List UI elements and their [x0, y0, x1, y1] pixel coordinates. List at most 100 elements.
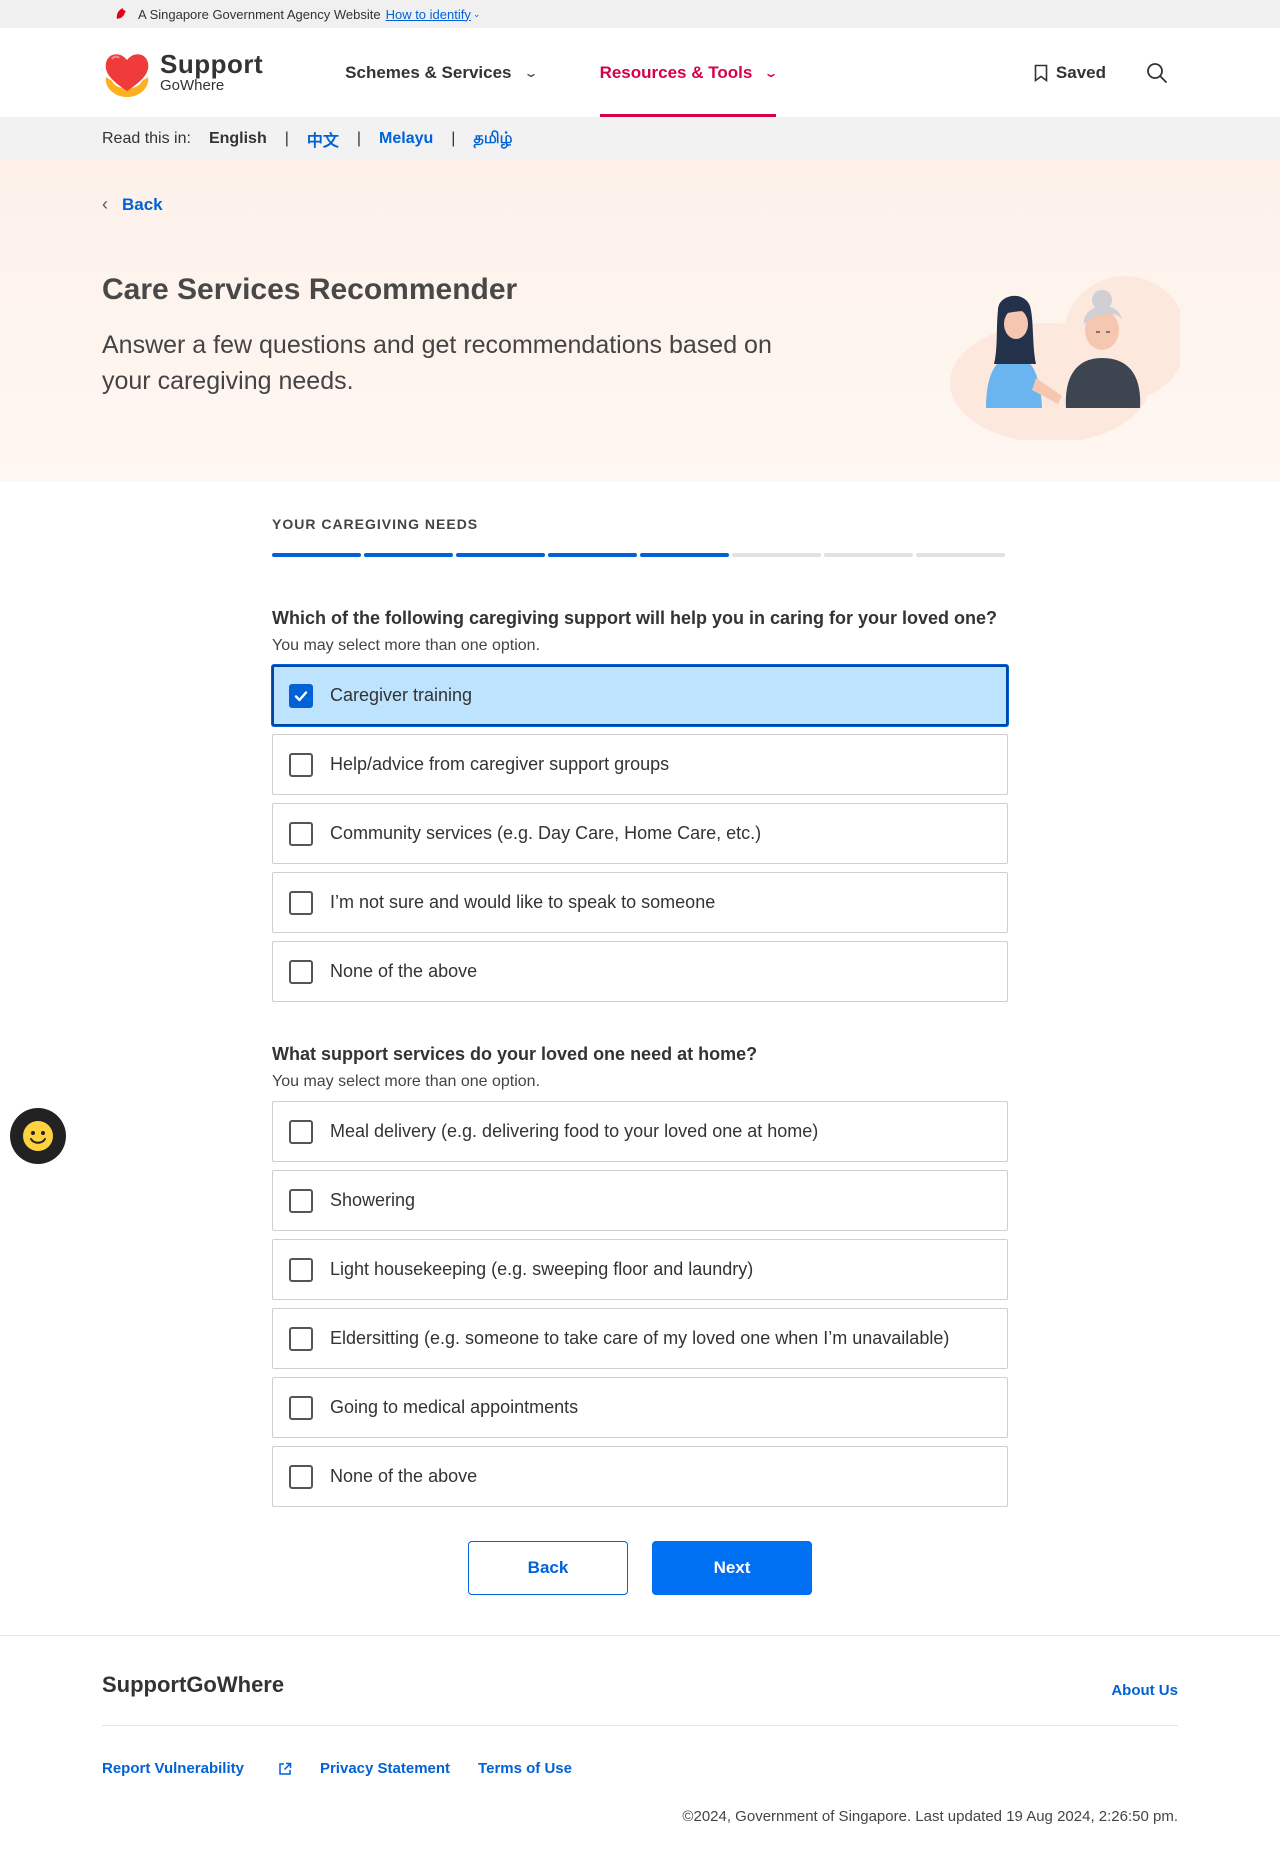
- checkbox[interactable]: [289, 1395, 313, 1420]
- bookmark-icon: [1034, 64, 1048, 82]
- site-header: Support GoWhere Schemes & Services ⌄ Res…: [0, 28, 1280, 117]
- checkbox-option[interactable]: Eldersitting (e.g. someone to take care …: [272, 1308, 1008, 1369]
- checkbox[interactable]: [289, 1464, 313, 1489]
- heart-hands-logo-icon: [105, 53, 149, 97]
- language-prefix: Read this in:: [102, 129, 191, 147]
- recommender-form: YOUR CAREGIVING NEEDS Which of the follo…: [272, 482, 1008, 1595]
- checkbox-option[interactable]: None of the above: [272, 941, 1008, 1002]
- checkbox-option[interactable]: None of the above: [272, 1446, 1008, 1507]
- lang-tamil[interactable]: தமிழ்: [473, 129, 512, 149]
- progress-step-pending: [824, 553, 913, 557]
- option-label: Help/advice from caregiver support group…: [330, 754, 670, 774]
- lang-malay[interactable]: Melayu: [379, 130, 433, 148]
- site-logo[interactable]: Support GoWhere: [102, 47, 263, 99]
- copyright-text: ©2024, Government of Singapore. Last upd…: [682, 1808, 1178, 1825]
- back-button[interactable]: Back: [468, 1541, 628, 1595]
- progress-step-pending: [916, 553, 1005, 557]
- external-link-icon: [279, 1762, 292, 1775]
- language-bar: Read this in: English | 中文 | Melayu | தம…: [0, 117, 1280, 160]
- hero-banner: ‹ Back Care Services Recommender Answer …: [0, 160, 1280, 482]
- option-label: None of the above: [330, 961, 478, 981]
- chevron-left-icon: ‹: [102, 194, 108, 214]
- section-title: YOUR CAREGIVING NEEDS: [272, 516, 479, 532]
- chevron-down-icon: ⌄: [522, 65, 539, 80]
- checkbox-option[interactable]: Going to medical appointments: [272, 1377, 1008, 1438]
- chevron-down-icon[interactable]: ⌄: [473, 9, 481, 20]
- option-label: Eldersitting (e.g. someone to take care …: [330, 1328, 950, 1348]
- lang-separator: |: [451, 129, 456, 147]
- about-us-link[interactable]: About Us: [1111, 1682, 1178, 1699]
- progress-step-completed: [640, 553, 729, 557]
- checkbox[interactable]: [289, 683, 313, 708]
- masthead-text: A Singapore Government Agency Website: [138, 6, 381, 22]
- terms-of-use-link[interactable]: Terms of Use: [478, 1760, 572, 1777]
- progress-step-completed: [456, 553, 545, 557]
- checkbox[interactable]: [289, 1188, 313, 1213]
- checkbox[interactable]: [289, 821, 313, 846]
- lang-chinese[interactable]: 中文: [307, 127, 339, 151]
- checkbox-option[interactable]: Help/advice from caregiver support group…: [272, 734, 1008, 795]
- lion-head-icon: [116, 8, 126, 19]
- option-label: I’m not sure and would like to speak to …: [330, 892, 716, 912]
- checkbox-option[interactable]: Community services (e.g. Day Care, Home …: [272, 803, 1008, 864]
- chevron-down-icon: ⌄: [763, 65, 779, 80]
- checkbox[interactable]: [289, 1119, 313, 1144]
- page-title: Care Services Recommender: [102, 273, 518, 306]
- report-vulnerability-link[interactable]: Report Vulnerability: [102, 1760, 292, 1777]
- site-footer: SupportGoWhere About Us Report Vulnerabi…: [0, 1635, 1280, 1851]
- progress-step-completed: [272, 553, 361, 557]
- question-label: Which of the following caregiving suppor…: [272, 608, 998, 628]
- nav-label: Resources & Tools: [599, 62, 753, 82]
- back-link-label: Back: [122, 194, 163, 214]
- privacy-statement-link[interactable]: Privacy Statement: [320, 1760, 450, 1777]
- search-icon[interactable]: [1146, 62, 1168, 84]
- how-to-identify-link[interactable]: How to identify: [386, 7, 471, 22]
- next-button[interactable]: Next: [652, 1541, 812, 1595]
- option-label: Showering: [330, 1190, 416, 1210]
- question-hint: You may select more than one option.: [272, 1073, 541, 1090]
- page-subtitle: Answer a few questions and get recommend…: [102, 331, 772, 395]
- option-label: None of the above: [330, 1466, 478, 1486]
- footer-divider: [102, 1725, 1178, 1726]
- footer-brand: SupportGoWhere: [102, 1672, 285, 1697]
- checkmark-icon: [294, 690, 308, 701]
- lang-separator: |: [356, 129, 362, 147]
- checkbox-option[interactable]: Caregiver training: [272, 665, 1008, 726]
- checkbox[interactable]: [289, 1326, 313, 1351]
- feedback-button[interactable]: [10, 1108, 66, 1164]
- question-group: Which of the following caregiving suppor…: [272, 608, 1008, 1002]
- logo-subtitle: GoWhere: [160, 77, 225, 94]
- checkbox-option[interactable]: Showering: [272, 1170, 1008, 1231]
- saved-button[interactable]: Saved: [1034, 63, 1106, 83]
- progress-step-completed: [364, 553, 453, 557]
- caregiver-illustration: [950, 276, 1180, 440]
- option-label: Community services (e.g. Day Care, Home …: [330, 823, 762, 843]
- checkbox-option[interactable]: Meal delivery (e.g. delivering food to y…: [272, 1101, 1008, 1162]
- smiley-face-icon: [23, 1121, 53, 1151]
- checkbox-option[interactable]: Light housekeeping (e.g. sweeping floor …: [272, 1239, 1008, 1300]
- nav-schemes-services[interactable]: Schemes & Services ⌄: [345, 28, 539, 117]
- back-link[interactable]: ‹ Back: [102, 194, 163, 215]
- lang-separator: |: [284, 129, 289, 147]
- option-label: Meal delivery (e.g. delivering food to y…: [330, 1121, 819, 1141]
- checkbox[interactable]: [289, 890, 313, 915]
- checkbox-option[interactable]: I’m not sure and would like to speak to …: [272, 872, 1008, 933]
- footer-links: Report Vulnerability Privacy Statement T…: [102, 1760, 600, 1777]
- nav-label: Schemes & Services: [345, 62, 512, 82]
- nav-resources-tools[interactable]: Resources & Tools ⌄: [599, 28, 779, 117]
- checkbox[interactable]: [289, 752, 313, 777]
- option-label: Caregiver training: [330, 685, 473, 705]
- question-group: What support services do your loved one …: [272, 1044, 1008, 1507]
- question-hint: You may select more than one option.: [272, 637, 541, 654]
- checkbox[interactable]: [289, 1257, 313, 1282]
- logo-title: Support: [160, 49, 264, 79]
- lang-english[interactable]: English: [209, 130, 267, 148]
- gov-masthead: A Singapore Government Agency Website Ho…: [0, 0, 1280, 28]
- progress-step-pending: [732, 553, 821, 557]
- progress-bar: [272, 553, 1008, 557]
- footer-link-label: Report Vulnerability: [102, 1760, 244, 1777]
- saved-label: Saved: [1055, 62, 1106, 82]
- checkbox[interactable]: [289, 959, 313, 984]
- question-label: What support services do your loved one …: [272, 1044, 758, 1064]
- progress-step-completed: [548, 553, 637, 557]
